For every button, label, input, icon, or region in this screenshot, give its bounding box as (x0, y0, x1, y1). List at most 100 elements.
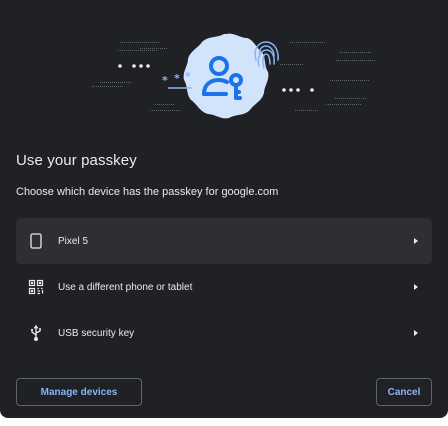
decorative-dot (140, 48, 141, 49)
decorative-dot (130, 82, 131, 83)
decorative-dot (350, 52, 351, 53)
decorative-dot (156, 48, 157, 49)
decorative-dot (150, 50, 151, 51)
decorative-dot (356, 60, 357, 61)
decorative-dot (130, 42, 131, 43)
decorative-dot (159, 104, 160, 105)
decorative-dot (142, 50, 143, 51)
decorative-dot (106, 86, 107, 87)
decorative-dot (340, 80, 341, 81)
decorative-dot (161, 104, 162, 105)
decorative-dot (165, 104, 166, 105)
decorative-dot (360, 60, 361, 61)
decorative-dot (342, 52, 343, 53)
decorative-dot (350, 80, 351, 81)
decorative-dot (104, 86, 105, 87)
decorative-dot (342, 104, 343, 105)
device-item-different-phone[interactable]: Use a different phone or tablet (16, 264, 432, 310)
passkey-illustration: * * * (92, 33, 375, 119)
decorative-dot (148, 42, 149, 43)
decorative-dot (120, 42, 121, 43)
decorative-dot (350, 104, 351, 105)
decorative-dot (349, 98, 350, 99)
device-item-pixel-5[interactable]: Pixel 5 (16, 218, 432, 264)
decorative-dot (356, 104, 357, 105)
decorative-dot (322, 42, 323, 43)
decorative-dot (358, 104, 359, 105)
decorative-dot (146, 48, 147, 49)
decorative-dot (352, 80, 353, 81)
decorative-dot (124, 50, 125, 51)
decorative-dot (347, 98, 348, 99)
decorative-dot (365, 98, 366, 99)
decorative-dot (336, 60, 337, 61)
decorative-dot (295, 110, 296, 111)
dot-cluster-left (118, 64, 150, 68)
decorative-dot (317, 110, 318, 111)
decorative-dot (116, 86, 117, 87)
decorative-dot (134, 42, 135, 43)
decorative-dot (334, 104, 335, 105)
decorative-dot (138, 50, 139, 51)
decorative-dot (346, 80, 347, 81)
decorative-dot (160, 110, 161, 111)
decorative-dot (100, 86, 101, 87)
decorative-dot (338, 80, 339, 81)
decorative-dot (364, 60, 365, 61)
decorative-dot (370, 60, 371, 61)
decorative-dot (364, 52, 365, 53)
decorative-dot (348, 52, 349, 53)
device-item-usb-key[interactable]: USB security key (16, 310, 432, 356)
decorative-dot (351, 98, 352, 99)
decorative-dot (292, 42, 293, 43)
decorative-dot (128, 42, 129, 43)
decorative-dot (346, 104, 347, 105)
decorative-dot (363, 98, 364, 99)
decorative-dot (152, 110, 153, 111)
decorative-dot (307, 110, 308, 111)
decorative-dot (316, 42, 317, 43)
decorative-dot (368, 60, 369, 61)
decorative-dot (152, 42, 153, 43)
decorative-dot (348, 104, 349, 105)
decorative-dot (106, 82, 107, 83)
decorative-dot (118, 86, 119, 87)
decorative-dot (102, 82, 103, 83)
decorative-dot (140, 42, 141, 43)
decorative-dot (150, 42, 151, 43)
manage-devices-button[interactable]: Manage devices (16, 378, 142, 406)
decorative-dot (335, 98, 336, 99)
svg-text:*: * (174, 72, 180, 85)
decorative-dot (176, 110, 177, 111)
decorative-dot (128, 50, 129, 51)
passkey-dialog: * * * Use your passkey Choose which devi… (0, 0, 448, 418)
decorative-dot (304, 42, 305, 43)
decorative-dot (332, 104, 333, 105)
svg-text:*: * (162, 74, 168, 87)
device-list: Pixel 5 Use a different phone or tablet (16, 218, 432, 356)
decorative-dot (308, 42, 309, 43)
decorative-dot (366, 60, 367, 61)
decorative-dot (366, 80, 367, 81)
decorative-dot (124, 82, 125, 83)
chevron-right-icon (414, 238, 418, 244)
decorative-dot (142, 48, 143, 49)
decorative-dot (162, 48, 163, 49)
decorative-dot (302, 42, 303, 43)
decorative-dot (348, 60, 349, 61)
decorative-dot (98, 86, 99, 87)
decorative-dot (292, 64, 293, 65)
decorative-dot (102, 86, 103, 87)
decorative-dot (344, 104, 345, 105)
cancel-button[interactable]: Cancel (376, 378, 432, 406)
decorative-dot (114, 82, 115, 83)
decorative-dot (284, 64, 285, 65)
decorative-dot (361, 98, 362, 99)
decorative-dot (352, 60, 353, 61)
decorative-dot (148, 50, 149, 51)
decorative-dot (146, 50, 147, 51)
decorative-dot (296, 42, 297, 43)
decorative-dot (356, 80, 357, 81)
qr-code-icon (26, 277, 46, 297)
decorative-dot (305, 110, 306, 111)
